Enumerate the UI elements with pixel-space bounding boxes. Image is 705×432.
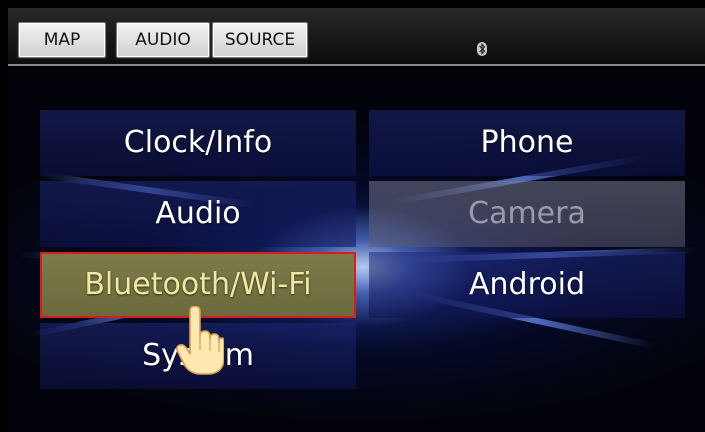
source-button[interactable]: SOURCE xyxy=(212,22,308,58)
pointing-hand-icon xyxy=(176,306,224,375)
map-button[interactable]: MAP xyxy=(18,22,106,58)
audio-button[interactable]: AUDIO xyxy=(116,22,210,58)
menu-item-clock-info[interactable]: Clock/Info xyxy=(40,110,356,176)
menu-item-android[interactable]: Android xyxy=(369,252,685,318)
infotainment-screen: MAP AUDIO SOURCE Clock/Info Phone Audio … xyxy=(0,0,705,432)
menu-item-phone[interactable]: Phone xyxy=(369,110,685,176)
bluetooth-icon xyxy=(477,42,487,56)
menu-item-camera: Camera xyxy=(369,181,685,247)
top-bar: MAP AUDIO SOURCE xyxy=(8,8,705,66)
menu-item-audio[interactable]: Audio xyxy=(40,181,356,247)
menu-area: Clock/Info Phone Audio Camera Bluetooth/… xyxy=(8,67,705,432)
